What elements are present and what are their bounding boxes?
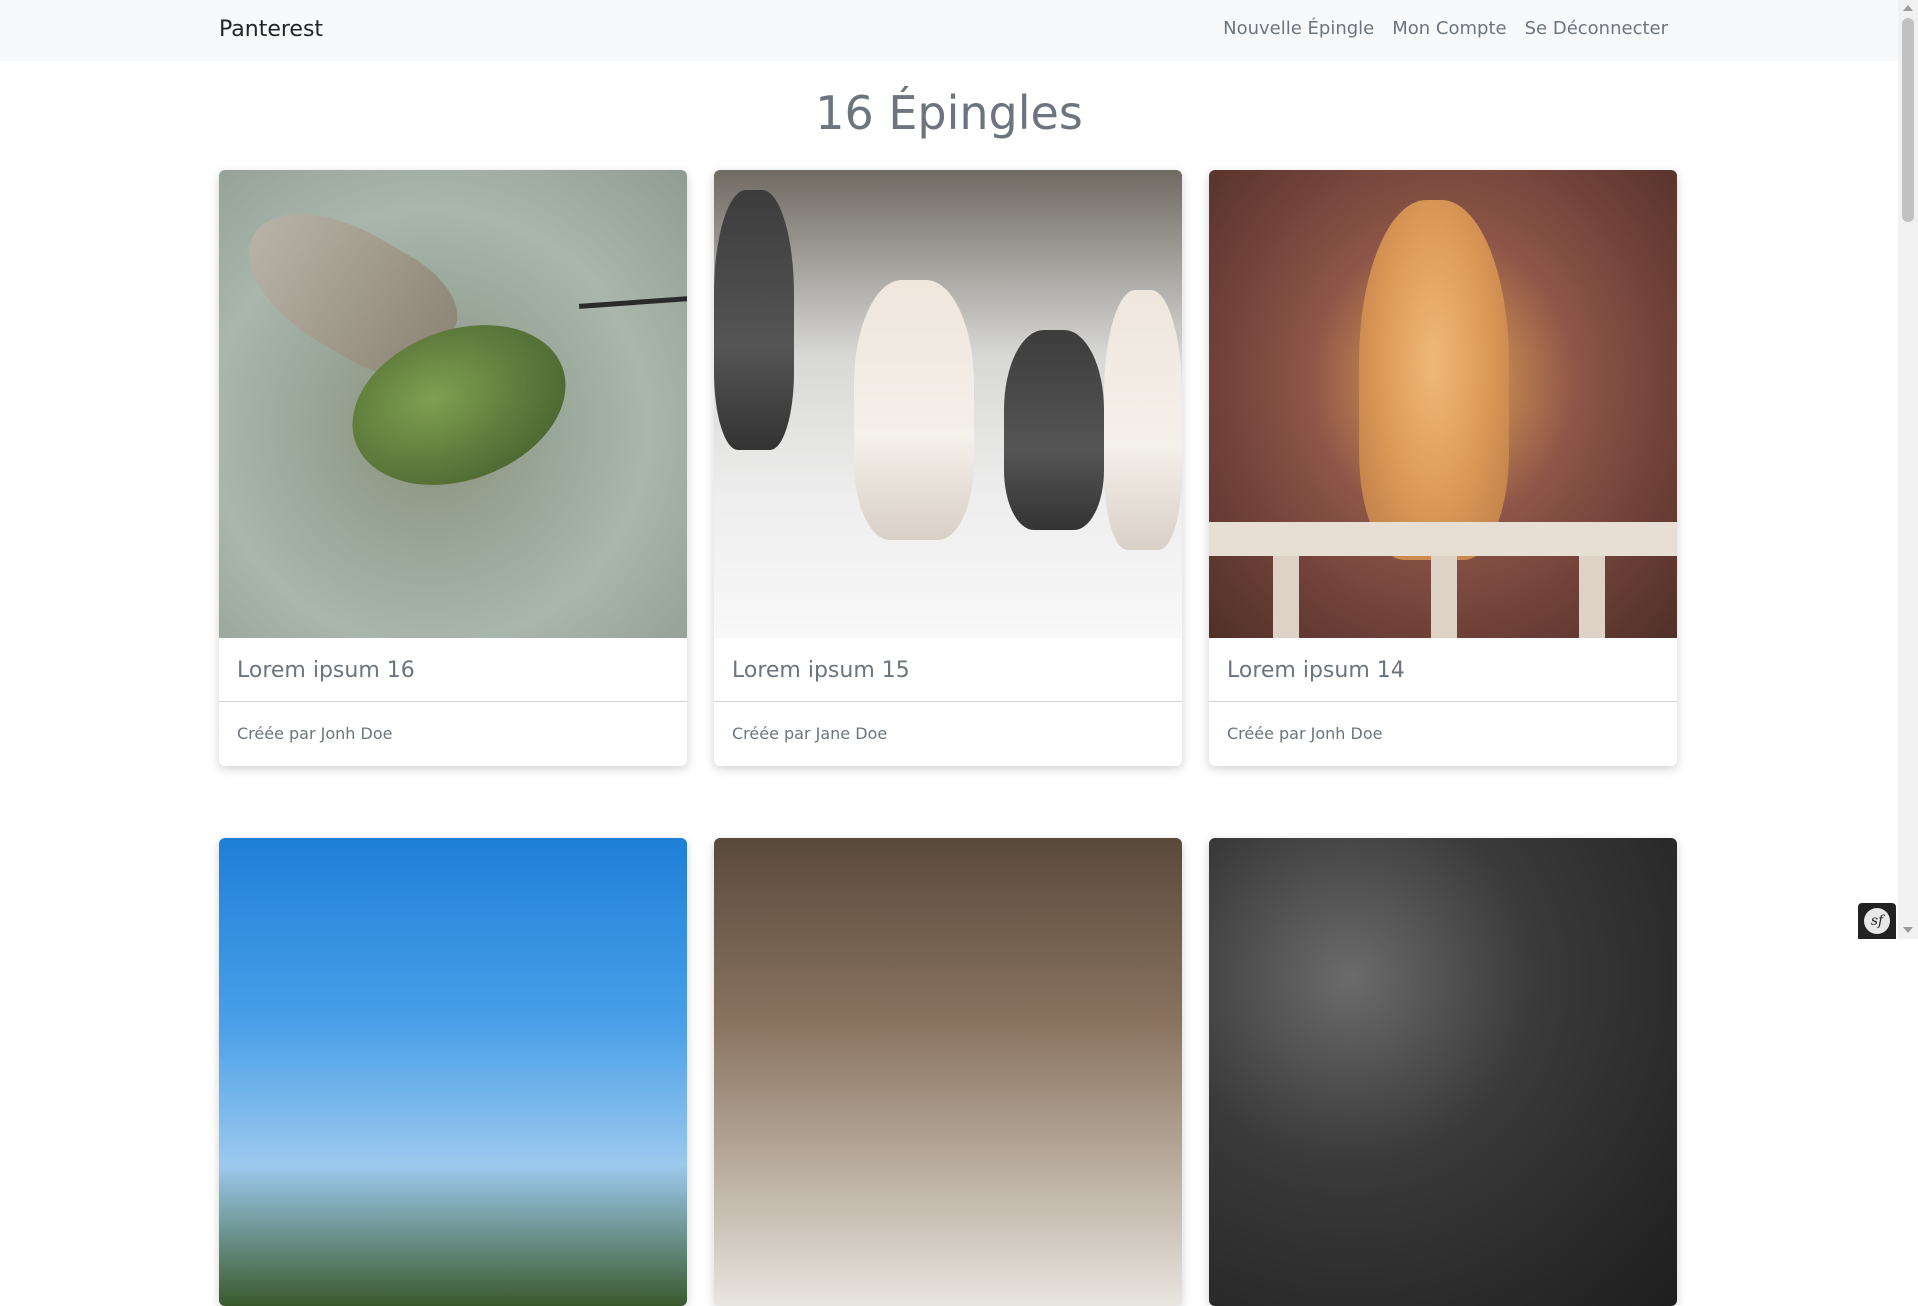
- nav-new-pin-link[interactable]: Nouvelle Épingle: [1223, 18, 1374, 39]
- vertical-scrollbar[interactable]: [1898, 0, 1918, 939]
- fence-rail: [1209, 522, 1677, 556]
- sled-dog: [1104, 290, 1182, 550]
- pin-image[interactable]: [1209, 170, 1677, 638]
- orange-cat: [1359, 200, 1509, 560]
- fence-post: [1579, 556, 1605, 638]
- sled-dog: [1004, 330, 1104, 530]
- pin-card[interactable]: Lorem ipsum 15 Créée par Jane Doe: [714, 170, 1182, 766]
- pin-card[interactable]: [219, 838, 687, 1306]
- sled-dog: [854, 280, 974, 540]
- scroll-down-arrow-icon[interactable]: [1903, 927, 1913, 933]
- fence-post: [1273, 556, 1299, 638]
- page-title: 16 Épingles: [815, 86, 1083, 140]
- pin-author: Créée par Jonh Doe: [237, 724, 393, 743]
- pin-author: Créée par Jonh Doe: [1227, 724, 1383, 743]
- pin-image[interactable]: [714, 838, 1182, 1306]
- hummingbird-beak: [578, 296, 687, 309]
- nav-links: Nouvelle Épingle Mon Compte Se Déconnect…: [1223, 18, 1668, 39]
- pin-image[interactable]: [219, 170, 687, 638]
- pin-card[interactable]: Lorem ipsum 16 Créée par Jonh Doe: [219, 170, 687, 766]
- fence-post: [1431, 556, 1457, 638]
- pin-card[interactable]: Lorem ipsum 14 Créée par Jonh Doe: [1209, 170, 1677, 766]
- pin-image[interactable]: [1209, 838, 1677, 1306]
- pin-card[interactable]: [714, 838, 1182, 1306]
- pin-author: Créée par Jane Doe: [732, 724, 888, 743]
- top-navbar: Panterest Nouvelle Épingle Mon Compte Se…: [0, 0, 1898, 61]
- symfony-toolbar-toggle[interactable]: sf: [1858, 903, 1896, 939]
- pin-title[interactable]: Lorem ipsum 15: [714, 638, 1182, 702]
- sled-dog: [714, 190, 794, 450]
- pin-image[interactable]: [219, 838, 687, 1306]
- symfony-icon: sf: [1864, 908, 1890, 934]
- scroll-thumb[interactable]: [1902, 18, 1914, 222]
- scroll-up-arrow-icon[interactable]: [1903, 5, 1913, 11]
- pin-title[interactable]: Lorem ipsum 14: [1209, 638, 1677, 702]
- nav-my-account-link[interactable]: Mon Compte: [1392, 18, 1506, 39]
- pin-image[interactable]: [714, 170, 1182, 638]
- pin-card[interactable]: [1209, 838, 1677, 1306]
- nav-logout-link[interactable]: Se Déconnecter: [1525, 18, 1668, 39]
- pin-title[interactable]: Lorem ipsum 16: [219, 638, 687, 702]
- brand-logo-link[interactable]: Panterest: [219, 17, 323, 42]
